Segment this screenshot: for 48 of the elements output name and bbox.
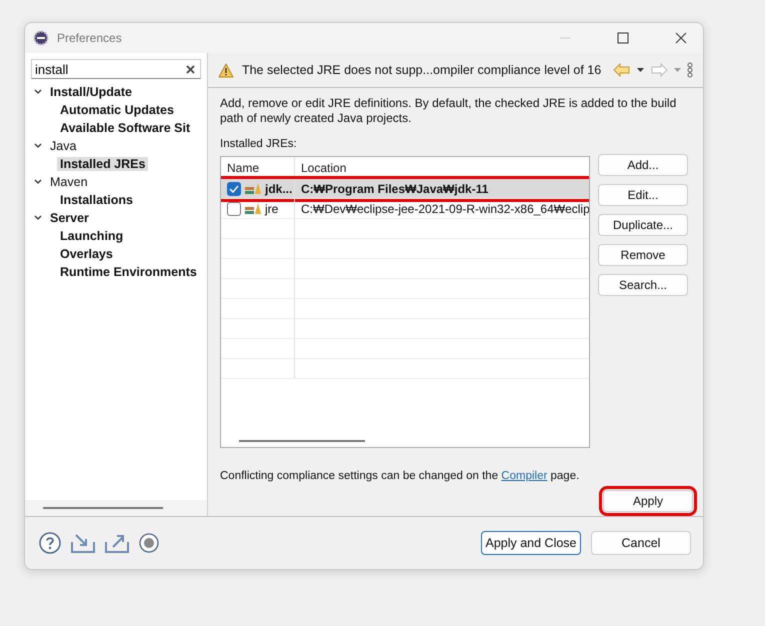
table-cell: jre <box>265 202 278 216</box>
tree-item[interactable]: Available Software Sit <box>57 121 194 135</box>
side-button[interactable]: Search... <box>598 274 688 296</box>
warning-icon <box>218 62 234 78</box>
side-button[interactable]: Remove <box>598 244 688 266</box>
table-cell: jdk... <box>265 182 292 196</box>
library-icon <box>245 202 261 216</box>
checkbox[interactable] <box>227 202 241 216</box>
footer-button[interactable]: Cancel <box>591 531 691 555</box>
close-icon[interactable] <box>675 32 687 44</box>
tree-item[interactable]: Java <box>47 139 80 153</box>
side-button[interactable]: Edit... <box>598 184 688 206</box>
side-button[interactable]: Add... <box>598 154 688 176</box>
help-icon[interactable] <box>39 532 61 554</box>
compiler-link[interactable]: Compiler <box>501 470 548 482</box>
tree-item[interactable]: Install/Update <box>47 85 135 99</box>
side-button[interactable]: Duplicate... <box>598 214 688 236</box>
footer-button[interactable]: Apply and Close <box>481 531 581 555</box>
table-cell-text: C:₩Dev₩eclipse-jee-2021-09-R-win32-x86_64₩eclip <box>300 200 589 218</box>
dropdown-icon[interactable] <box>637 68 644 72</box>
import-icon[interactable] <box>71 533 95 553</box>
tree-item[interactable]: Runtime Environments <box>57 265 200 279</box>
library-icon <box>245 182 261 196</box>
table-cell-text: C:₩Program Files₩Java₩jdk-11 <box>300 180 490 198</box>
export-icon[interactable] <box>105 533 129 553</box>
checkbox[interactable] <box>227 182 241 196</box>
maximize-icon[interactable] <box>617 32 629 44</box>
record-icon[interactable] <box>139 533 159 553</box>
window-title: Preferences <box>57 31 122 45</box>
column-header[interactable]: Location <box>295 157 589 179</box>
note-text: Conflicting compliance settings can be changed on the Compiler page. <box>220 470 580 482</box>
tree-item[interactable]: Launching <box>57 229 126 243</box>
description-text: Add, remove or edit JRE definitions. By default, the checked JRE is added to the build path of newly created Java projects. <box>220 96 678 126</box>
more-icon[interactable] <box>687 62 694 78</box>
scrollbar[interactable] <box>25 500 207 516</box>
clear-icon[interactable] <box>186 65 195 74</box>
tree-item[interactable]: Installations <box>57 193 136 207</box>
table-label: Installed JREs: <box>220 138 298 150</box>
tree-item[interactable]: Maven <box>47 175 91 189</box>
tree-item[interactable]: Installed JREs <box>57 157 148 171</box>
filter-field[interactable]: install <box>31 59 201 79</box>
tree-item[interactable]: Automatic Updates <box>57 103 177 117</box>
table-row[interactable]: jdk... C:₩Program Files₩Java₩jdk-11 <box>221 179 589 199</box>
gear-icon <box>33 30 49 46</box>
table-row[interactable]: jre C:₩Dev₩eclipse-jee-2021-09-R-win32-x86_64₩eclip <box>221 199 589 219</box>
message-text: The selected JRE does not supp...ompiler compliance level of 16 <box>242 63 602 77</box>
tree-item[interactable]: Server <box>47 211 92 225</box>
tree-item[interactable]: Overlays <box>57 247 116 261</box>
